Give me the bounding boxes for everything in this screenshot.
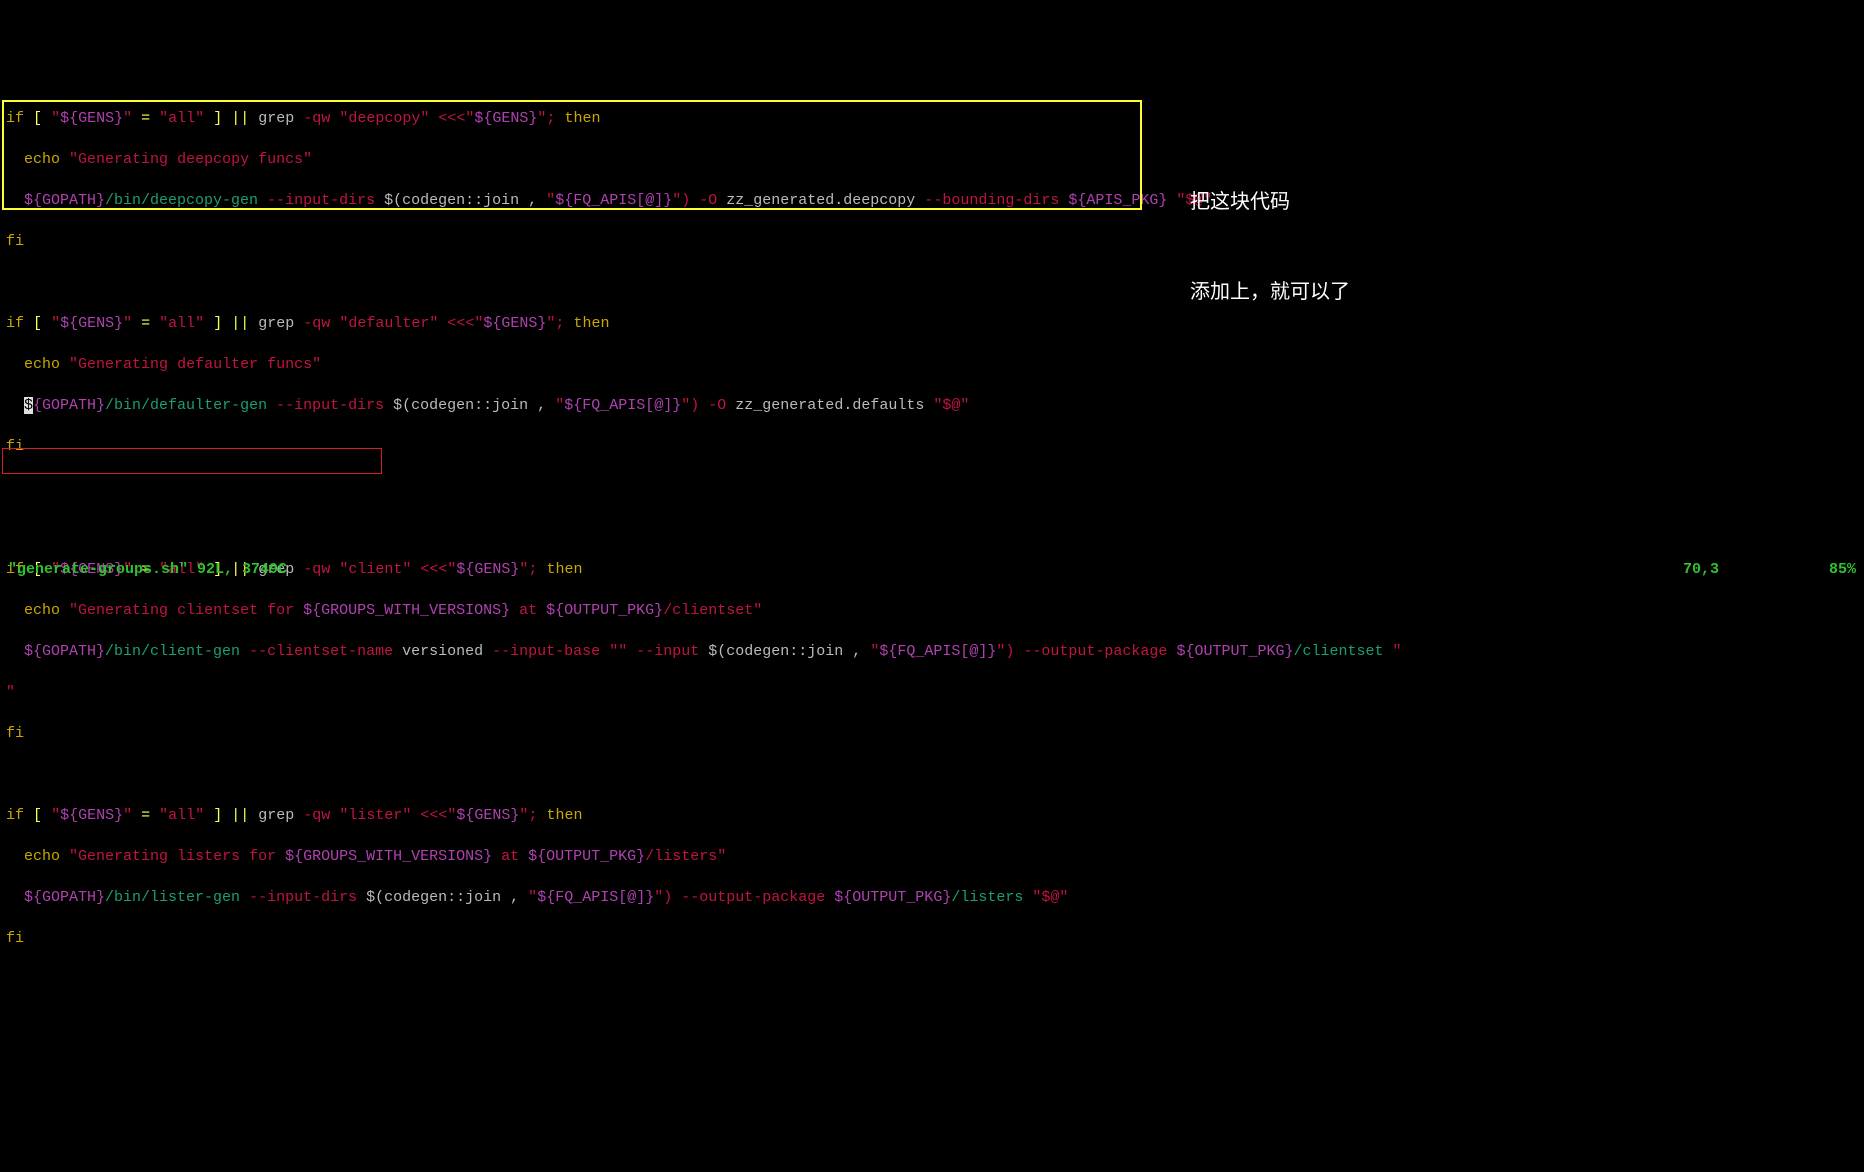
code-line: ${GOPATH}/bin/lister-gen --input-dirs $(… xyxy=(6,888,1858,909)
code-line: echo "Generating defaulter funcs" xyxy=(6,355,1858,376)
code-line: fi xyxy=(6,724,1858,745)
code-line: fi xyxy=(6,437,1858,458)
code-line: if [ "${GENS}" = "all" ] || grep -qw "de… xyxy=(6,314,1858,335)
code-line: " xyxy=(6,683,1858,704)
code-line: ${GOPATH}/bin/deepcopy-gen --input-dirs … xyxy=(6,191,1858,212)
code-line: fi xyxy=(6,232,1858,253)
terminal-code-area[interactable]: if [ "${GENS}" = "all" ] || grep -qw "de… xyxy=(6,88,1858,970)
code-line: if [ "${GENS}" = "all" ] || grep -qw "de… xyxy=(6,109,1858,130)
code-line-cursor: ${GOPATH}/bin/defaulter-gen --input-dirs… xyxy=(6,396,1858,417)
status-cursor-position: 70,3 xyxy=(1683,560,1719,581)
status-scroll-percent: 85% xyxy=(1829,560,1856,581)
status-filename: "generate-groups.sh" xyxy=(8,561,188,578)
cursor: $ xyxy=(24,397,33,414)
code-line: ${GOPATH}/bin/client-gen --clientset-nam… xyxy=(6,642,1858,663)
vim-status-bar: "generate-groups.sh" 92L, 3749C 70,3 85% xyxy=(8,560,1856,581)
annotation-text: 把这块代码 添加上，就可以了 xyxy=(1190,125,1350,335)
code-line: echo "Generating deepcopy funcs" xyxy=(6,150,1858,171)
code-line: echo "Generating clientset for ${GROUPS_… xyxy=(6,601,1858,622)
code-line: fi xyxy=(6,929,1858,950)
code-line: if [ "${GENS}" = "all" ] || grep -qw "li… xyxy=(6,806,1858,827)
status-filesize: 92L, 3749C xyxy=(197,561,287,578)
code-line: echo "Generating listers for ${GROUPS_WI… xyxy=(6,847,1858,868)
